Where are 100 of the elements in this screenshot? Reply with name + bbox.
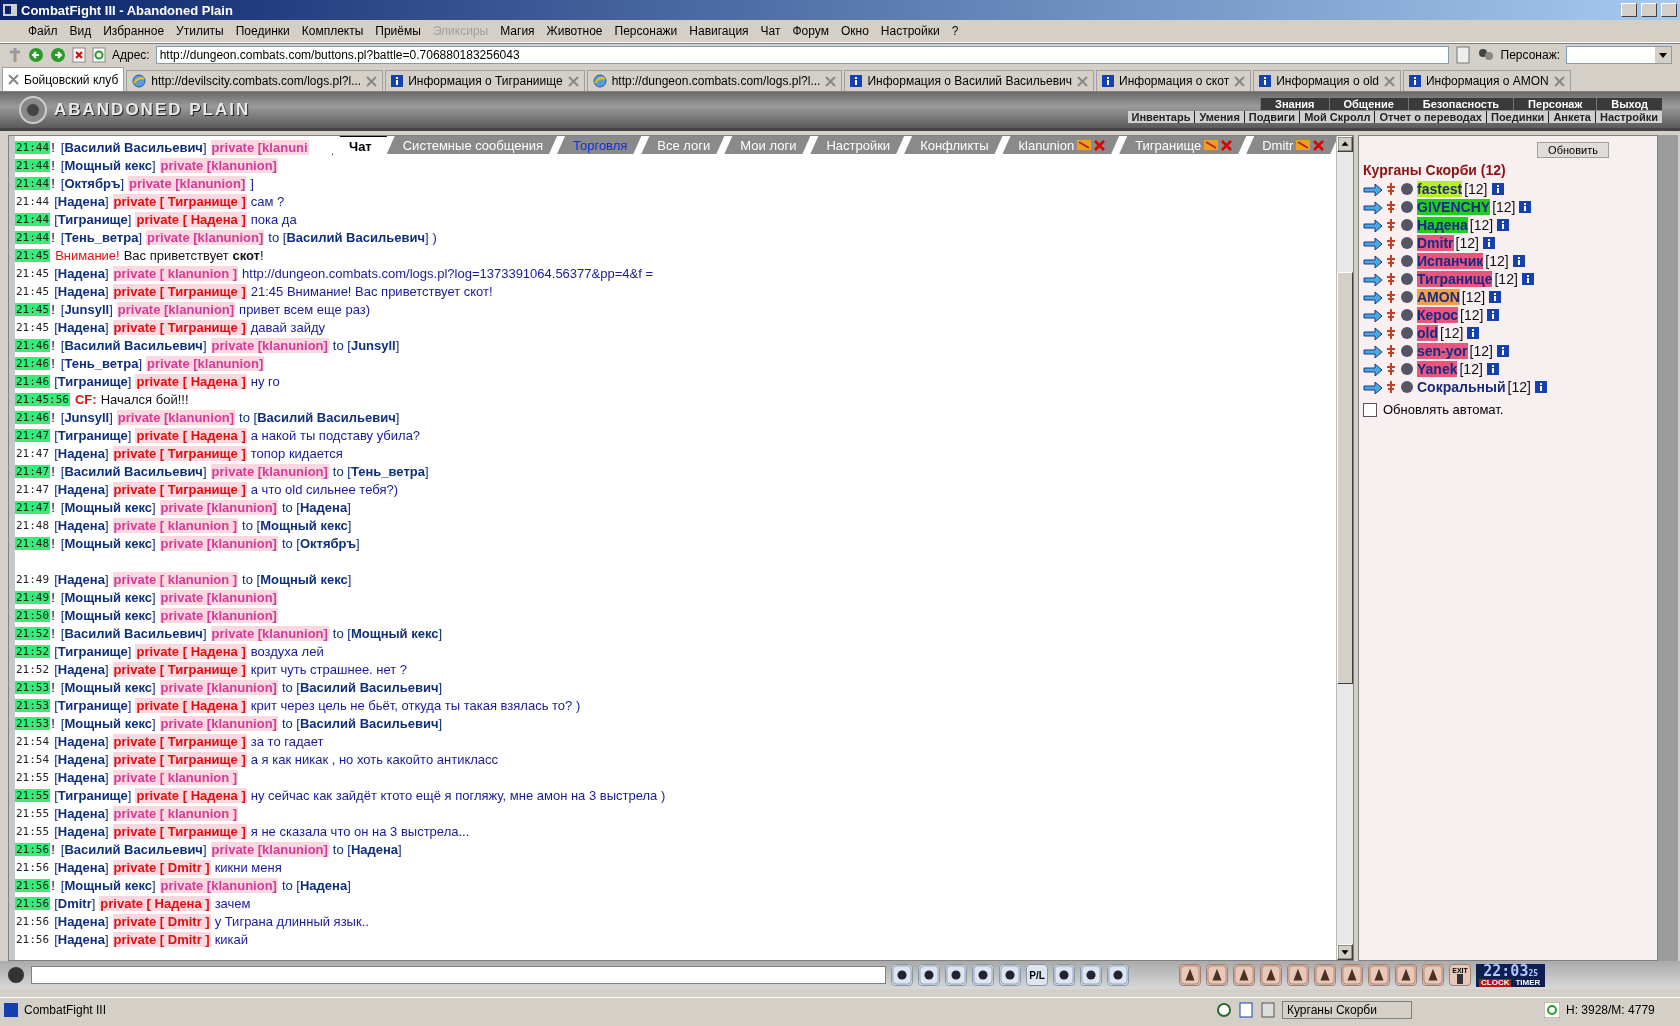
recipient[interactable]: to [Надена] xyxy=(281,499,351,515)
player-name[interactable]: AMON xyxy=(1417,289,1460,305)
recipient[interactable]: to [Василий Васильевич] xyxy=(239,409,400,425)
menu-item[interactable]: Избранное xyxy=(97,24,171,38)
refresh-button[interactable]: Обновить xyxy=(1537,142,1609,158)
sender-name[interactable]: [Dmitr] xyxy=(54,895,96,911)
sender-name[interactable]: [Тигранище] xyxy=(54,787,132,803)
private-channel[interactable]: private [ Тигранище ] xyxy=(112,445,247,461)
sender-name[interactable]: [Надена] xyxy=(54,481,109,497)
document-icon[interactable] xyxy=(1238,1002,1254,1018)
private-channel[interactable]: private [ Тигранище ] xyxy=(112,193,247,209)
sender-name[interactable]: [Надена] xyxy=(54,193,109,209)
minimize-button[interactable] xyxy=(1621,3,1637,17)
sender-name[interactable]: [Мощный кекс] xyxy=(60,499,156,515)
browser-tab[interactable]: http://devilscity.combats.com/logs.pl?l... xyxy=(126,70,384,91)
menu-item[interactable]: Поединки xyxy=(229,24,296,38)
sender-name[interactable]: [Тигранище] xyxy=(54,427,132,443)
sender-name[interactable]: [Junsyll] xyxy=(60,301,113,317)
private-channel[interactable]: private [ Надена ] xyxy=(135,787,247,803)
player-name[interactable]: sen-yor xyxy=(1417,343,1468,359)
private-channel[interactable]: private [ Dmitr ] xyxy=(112,931,211,947)
sender-name[interactable]: [Тигранище] xyxy=(54,643,132,659)
sender-name[interactable]: [Надена] xyxy=(54,931,109,947)
menu-item[interactable]: Магия xyxy=(494,24,541,38)
scrollbar-thumb[interactable] xyxy=(1337,272,1353,684)
player-name[interactable]: Испанчик xyxy=(1417,253,1484,269)
recipient[interactable]: to [Надена] xyxy=(332,841,402,857)
private-channel[interactable]: private [ Dmitr ] xyxy=(112,859,211,875)
clipboard-icon[interactable] xyxy=(1260,1002,1276,1018)
sender-name[interactable]: [Октябръ] xyxy=(60,175,125,191)
sender-name[interactable]: [Надена] xyxy=(54,769,109,785)
sender-name[interactable]: [Junsyll] xyxy=(60,409,113,425)
recipient[interactable]: to [Василий Васильевич] xyxy=(268,229,429,245)
scroll-down-icon[interactable] xyxy=(1337,944,1353,960)
sender-name[interactable]: [Мощный кекс] xyxy=(60,715,156,731)
menu-item[interactable]: Файл xyxy=(22,24,64,38)
private-channel[interactable]: private [ Надена ] xyxy=(135,373,247,389)
nav-link[interactable]: Выход xyxy=(1596,97,1662,110)
menu-item[interactable]: Настройки xyxy=(874,24,946,38)
nav-link[interactable]: Знания xyxy=(1260,97,1329,110)
sender-name[interactable]: [Василий Васильевич] xyxy=(60,841,207,857)
sender-name[interactable]: [Василий Васильевич] xyxy=(60,463,207,479)
browser-tab[interactable]: Информация о old xyxy=(1253,70,1401,91)
player-name[interactable]: Dmitr xyxy=(1417,235,1454,251)
sender-name[interactable]: [Надена] xyxy=(54,733,109,749)
sender-name[interactable]: [Мощный кекс] xyxy=(60,607,156,623)
clock-tab[interactable]: CLOCK xyxy=(1479,978,1512,987)
private-channel[interactable]: private [ Тигранище ] xyxy=(112,319,247,335)
menu-item[interactable]: Вид xyxy=(63,24,98,38)
sender-name[interactable]: [Надена] xyxy=(54,265,109,281)
chat-input[interactable] xyxy=(31,966,886,984)
private-channel[interactable]: private [ Надена ] xyxy=(135,427,247,443)
recipient[interactable]: to [Мощный кекс] xyxy=(242,517,352,533)
sender-name[interactable]: [Надена] xyxy=(54,823,109,839)
sender-name[interactable]: [Надена] xyxy=(54,913,109,929)
player-name[interactable]: Сокральный xyxy=(1417,379,1506,395)
character-select[interactable] xyxy=(1566,46,1672,64)
private-channel[interactable]: private [ Тигранище ] xyxy=(112,661,247,677)
player-name[interactable]: Тигранище xyxy=(1417,271,1493,287)
recipient[interactable]: to [Василий Васильевич] xyxy=(281,715,443,731)
player-name[interactable]: fastest xyxy=(1417,181,1463,197)
sender-name[interactable]: [Мощный кекс] xyxy=(60,589,156,605)
private-channel[interactable]: private [ Надена ] xyxy=(135,211,247,227)
close-button[interactable] xyxy=(1661,3,1677,17)
recipient[interactable]: to [Василий Васильевич] xyxy=(281,679,443,695)
pl-button[interactable]: P/L xyxy=(1026,964,1048,986)
menu-item[interactable]: Персонажи xyxy=(608,24,684,38)
sender-name[interactable]: [Мощный кекс] xyxy=(60,535,156,551)
sender-name[interactable]: [Надена] xyxy=(54,319,109,335)
browser-tab[interactable]: http://dungeon.combats.com/logs.pl?l... xyxy=(586,70,843,91)
menu-item[interactable]: Комплекты xyxy=(295,24,370,38)
private-channel[interactable]: private [ Тигранище ] xyxy=(112,481,247,497)
recipient[interactable]: to [Мощный кекс] xyxy=(332,625,443,641)
menu-item[interactable]: Утилиты xyxy=(170,24,230,38)
player-name[interactable]: GIVENCHY xyxy=(1417,199,1491,215)
recipient[interactable]: to [Надена] xyxy=(281,877,351,893)
sender-name[interactable]: [Василий Васильевич] xyxy=(60,139,207,155)
private-channel[interactable]: private [ Тигранище ] xyxy=(112,751,247,767)
player-name[interactable]: Керос xyxy=(1417,307,1459,323)
browser-tab[interactable]: Информация о Тиграниище xyxy=(385,70,585,91)
sender-name[interactable]: [Надена] xyxy=(54,661,109,677)
sender-name[interactable]: [Тень_ветра] xyxy=(60,229,142,245)
sender-name[interactable]: [Надена] xyxy=(54,283,109,299)
sender-name[interactable]: [Надена] xyxy=(54,445,109,461)
recipient[interactable]: to [Октябръ] xyxy=(281,535,360,551)
back-icon[interactable] xyxy=(28,47,44,63)
sender-name[interactable]: [Тигранище] xyxy=(54,373,132,389)
nav-link[interactable]: Безопасность xyxy=(1407,97,1514,110)
sender-name[interactable]: [Василий Васильевич] xyxy=(60,337,207,353)
private-channel[interactable]: private [ Надена ] xyxy=(99,895,211,911)
chat-tab[interactable]: Чат xyxy=(332,136,387,155)
private-channel[interactable]: private [ Тигранище ] xyxy=(112,733,247,749)
private-channel[interactable]: private [ Тигранище ] xyxy=(112,823,247,839)
menu-item[interactable]: ? xyxy=(945,24,965,38)
address-field[interactable]: http://dungeon.combats.com/buttons.pl?battle=0.706880183256043 xyxy=(155,46,1449,64)
people-icon[interactable] xyxy=(1476,47,1495,63)
stop-icon[interactable] xyxy=(72,47,86,63)
recipient[interactable]: to [Junsyll] xyxy=(332,337,400,353)
menu-item[interactable]: Чат xyxy=(754,24,787,38)
sender-name[interactable]: [Тигранище] xyxy=(54,697,132,713)
